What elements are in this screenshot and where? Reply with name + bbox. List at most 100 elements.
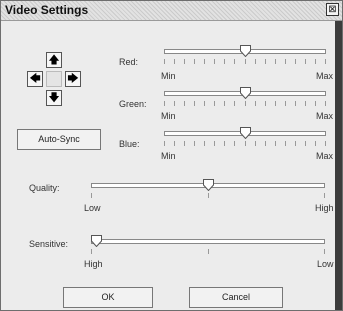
slider-tick <box>164 59 165 64</box>
slider-tick <box>285 141 286 146</box>
slider-tick <box>234 141 235 146</box>
sensitive-slider[interactable] <box>91 235 325 259</box>
close-icon[interactable]: ⊠ <box>326 3 339 16</box>
window-edge <box>335 21 342 310</box>
slider-tick <box>255 59 256 64</box>
slider-tick <box>315 101 316 106</box>
slider-tick <box>194 141 195 146</box>
arrow-up-icon: 🡅 <box>48 54 60 66</box>
slider-ticks <box>91 249 325 254</box>
slider-ticks <box>164 59 326 64</box>
slider-tick <box>208 249 209 254</box>
slider-tick <box>315 59 316 64</box>
blue-max-label: Max <box>316 151 334 161</box>
quality-min-label: Low <box>84 203 101 213</box>
green-max-label: Max <box>316 111 334 121</box>
slider-ticks <box>164 101 326 106</box>
slider-tick <box>214 141 215 146</box>
quality-label: Quality: <box>29 183 60 193</box>
slider-tick <box>204 59 205 64</box>
sensitive-min-label: High <box>84 259 103 269</box>
slider-tick <box>305 101 306 106</box>
slider-tick <box>164 101 165 106</box>
slider-thumb[interactable] <box>91 235 102 247</box>
slider-tick <box>245 141 246 146</box>
quality-slider[interactable] <box>91 179 325 203</box>
arrow-down-icon: 🡇 <box>48 92 60 104</box>
slider-tick <box>214 101 215 106</box>
slider-tick <box>324 249 325 254</box>
cancel-button[interactable]: Cancel <box>189 287 283 308</box>
slider-tick <box>174 101 175 106</box>
slider-ticks <box>91 193 325 198</box>
dpad-center <box>46 71 62 87</box>
slider-tick <box>325 141 326 146</box>
slider-tick <box>315 141 316 146</box>
slider-track[interactable] <box>91 239 325 244</box>
slider-tick <box>275 101 276 106</box>
slider-tick <box>194 101 195 106</box>
blue-min-label: Min <box>161 151 176 161</box>
slider-tick <box>295 59 296 64</box>
blue-label: Blue: <box>119 139 140 149</box>
slider-tick <box>204 101 205 106</box>
arrow-up-button[interactable]: 🡅 <box>46 52 62 68</box>
arrow-down-button[interactable]: 🡇 <box>46 90 62 106</box>
arrow-right-button[interactable]: 🡆 <box>65 71 81 87</box>
slider-tick <box>224 59 225 64</box>
slider-thumb[interactable] <box>240 127 251 139</box>
slider-tick <box>204 141 205 146</box>
red-min-label: Min <box>161 71 176 81</box>
video-settings-dialog: Video Settings ⊠ 🡅 🡄 🡆 🡇 Auto-Sync Red: … <box>0 0 343 311</box>
ok-button[interactable]: OK <box>63 287 153 308</box>
slider-tick <box>325 59 326 64</box>
slider-tick <box>208 193 209 198</box>
slider-tick <box>325 101 326 106</box>
slider-tick <box>184 141 185 146</box>
slider-tick <box>305 141 306 146</box>
slider-tick <box>255 101 256 106</box>
slider-tick <box>324 193 325 198</box>
slider-thumb[interactable] <box>203 179 214 191</box>
slider-tick <box>234 59 235 64</box>
blue-slider[interactable] <box>164 127 326 151</box>
slider-tick <box>255 141 256 146</box>
arrow-left-icon: 🡄 <box>29 73 41 85</box>
green-slider[interactable] <box>164 87 326 111</box>
quality-max-label: High <box>315 203 334 213</box>
slider-tick <box>174 59 175 64</box>
slider-tick <box>194 59 195 64</box>
slider-tick <box>91 249 92 254</box>
slider-tick <box>224 101 225 106</box>
green-label: Green: <box>119 99 147 109</box>
slider-tick <box>275 59 276 64</box>
red-slider[interactable] <box>164 45 326 69</box>
slider-tick <box>174 141 175 146</box>
slider-ticks <box>164 141 326 146</box>
auto-sync-button[interactable]: Auto-Sync <box>17 129 101 150</box>
slider-tick <box>245 59 246 64</box>
slider-tick <box>234 101 235 106</box>
dialog-title: Video Settings <box>5 3 89 17</box>
red-label: Red: <box>119 57 139 67</box>
slider-tick <box>184 101 185 106</box>
red-max-label: Max <box>316 71 334 81</box>
slider-thumb[interactable] <box>240 45 251 57</box>
slider-tick <box>285 59 286 64</box>
slider-thumb[interactable] <box>240 87 251 99</box>
title-bar: Video Settings ⊠ <box>1 1 342 21</box>
slider-tick <box>295 101 296 106</box>
slider-tick <box>214 59 215 64</box>
slider-tick <box>275 141 276 146</box>
slider-tick <box>184 59 185 64</box>
slider-tick <box>285 101 286 106</box>
sensitive-max-label: Low <box>317 259 334 269</box>
slider-tick <box>265 141 266 146</box>
slider-tick <box>245 101 246 106</box>
sensitive-label: Sensitive: <box>29 239 69 249</box>
green-min-label: Min <box>161 111 176 121</box>
slider-tick <box>224 141 225 146</box>
arrow-right-icon: 🡆 <box>67 73 79 85</box>
slider-tick <box>91 193 92 198</box>
arrow-left-button[interactable]: 🡄 <box>27 71 43 87</box>
